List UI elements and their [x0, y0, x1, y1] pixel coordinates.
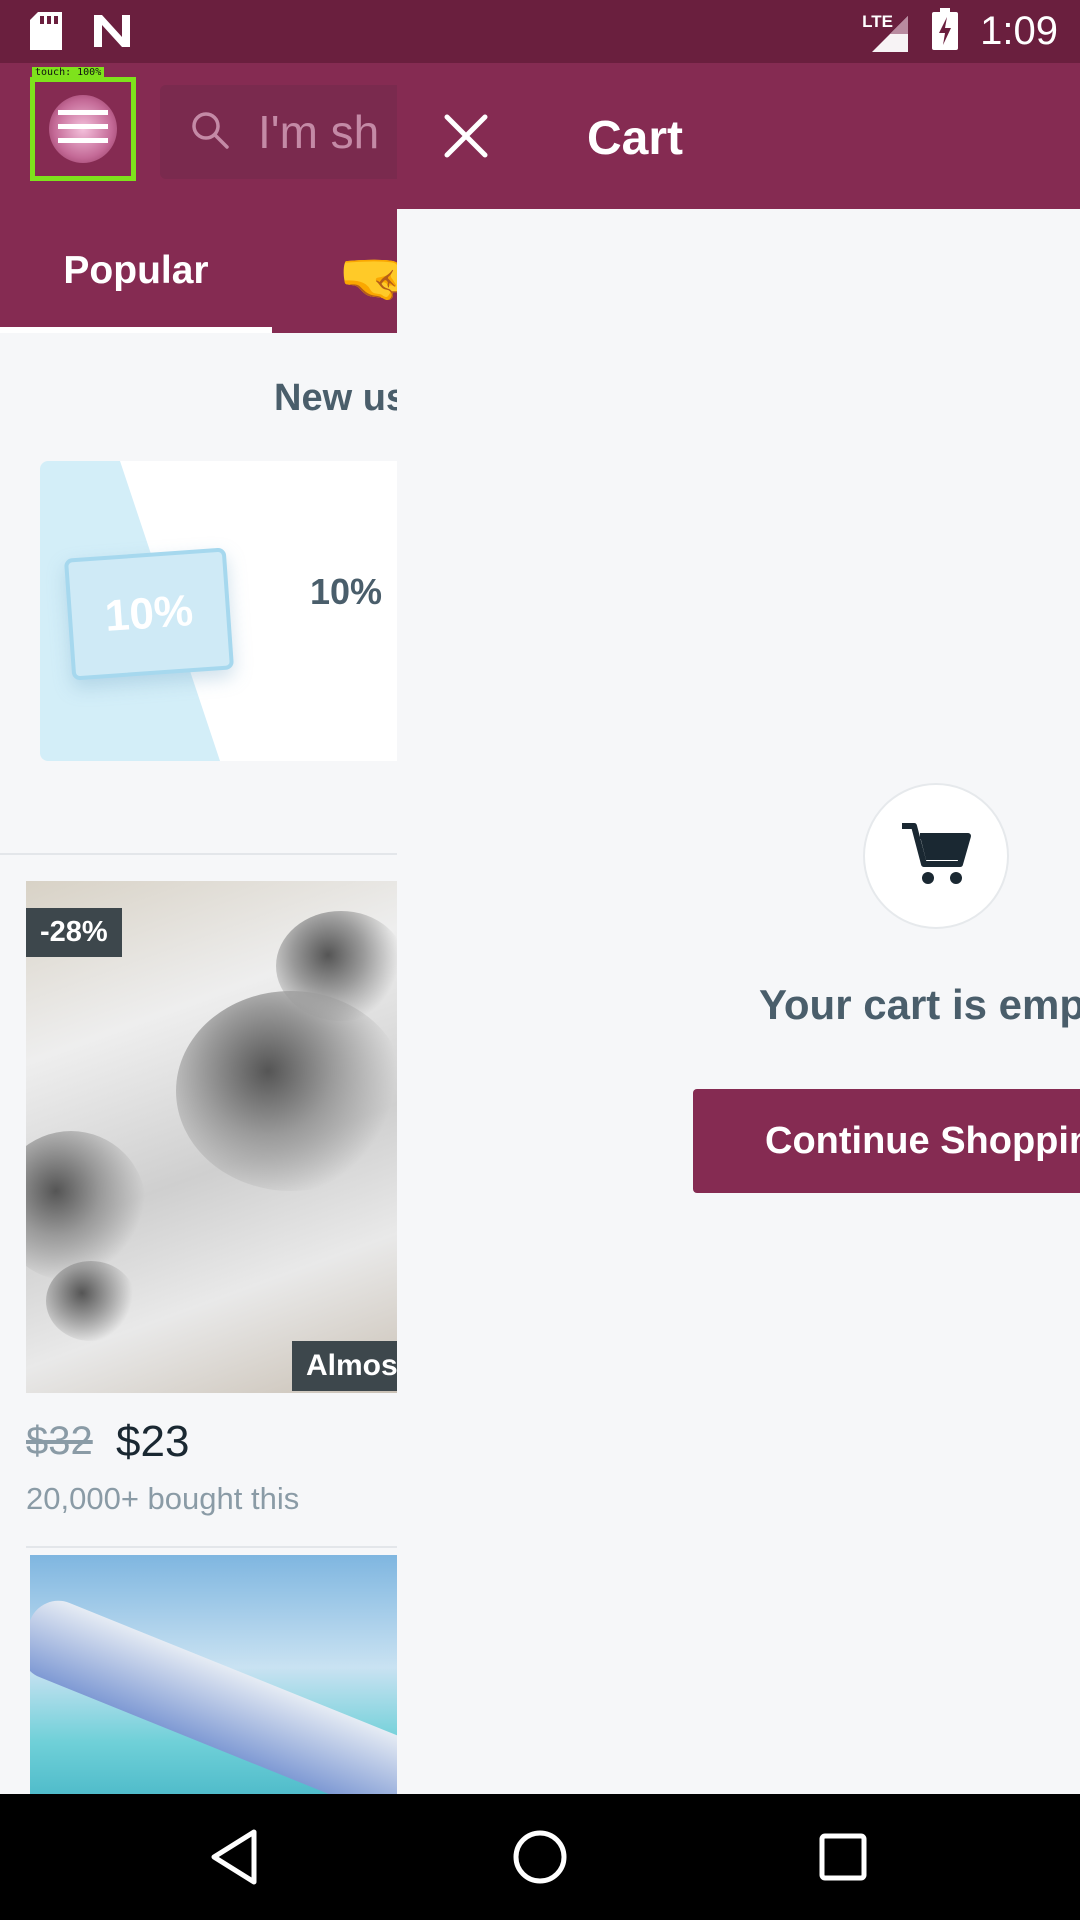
- cart-header: Cart: [397, 63, 1080, 209]
- navigation-bar: [0, 1794, 1080, 1920]
- promo-title: New us: [274, 377, 408, 419]
- continue-shopping-button[interactable]: Continue Shoppin: [693, 1089, 1080, 1193]
- hamburger-menu-icon: [58, 107, 108, 152]
- recents-icon[interactable]: [808, 1822, 878, 1892]
- divider: [26, 1546, 426, 1548]
- back-icon[interactable]: [200, 1822, 270, 1892]
- bought-count: 20,000+ bought this: [26, 1481, 300, 1516]
- original-price: $32: [26, 1419, 93, 1463]
- battery-charging-icon: [932, 8, 959, 55]
- status-time: 1:09: [980, 9, 1058, 53]
- cart-drawer: Cart Your cart is empt Continue Shoppin: [397, 63, 1080, 1794]
- empty-cart-message: Your cart is empt: [759, 981, 1080, 1028]
- menu-button[interactable]: [30, 77, 136, 181]
- coupon-text: 10%: [310, 571, 383, 612]
- lte-signal-icon: LTE: [862, 10, 910, 54]
- n-notification-icon: [92, 13, 132, 54]
- product-image[interactable]: [26, 881, 406, 1393]
- status-bar: LTE 1:09: [0, 0, 1080, 63]
- active-tab-indicator: [0, 327, 272, 333]
- product-image[interactable]: [30, 1555, 410, 1794]
- search-placeholder: I'm sh: [258, 106, 380, 158]
- cart-title: Cart: [587, 112, 684, 165]
- coupon-ticket: 10%: [63, 547, 235, 681]
- close-icon[interactable]: [441, 111, 491, 161]
- search-icon: [190, 110, 230, 155]
- discount-badge: -28%: [26, 908, 122, 957]
- tab-popular[interactable]: Popular: [0, 209, 272, 333]
- empty-cart-badge: [863, 783, 1009, 929]
- sd-card-icon: [30, 12, 62, 55]
- home-icon[interactable]: [505, 1822, 575, 1892]
- sale-price: $23: [116, 1417, 190, 1466]
- shopping-cart-icon: [900, 820, 972, 893]
- stock-badge: Almos: [292, 1341, 412, 1391]
